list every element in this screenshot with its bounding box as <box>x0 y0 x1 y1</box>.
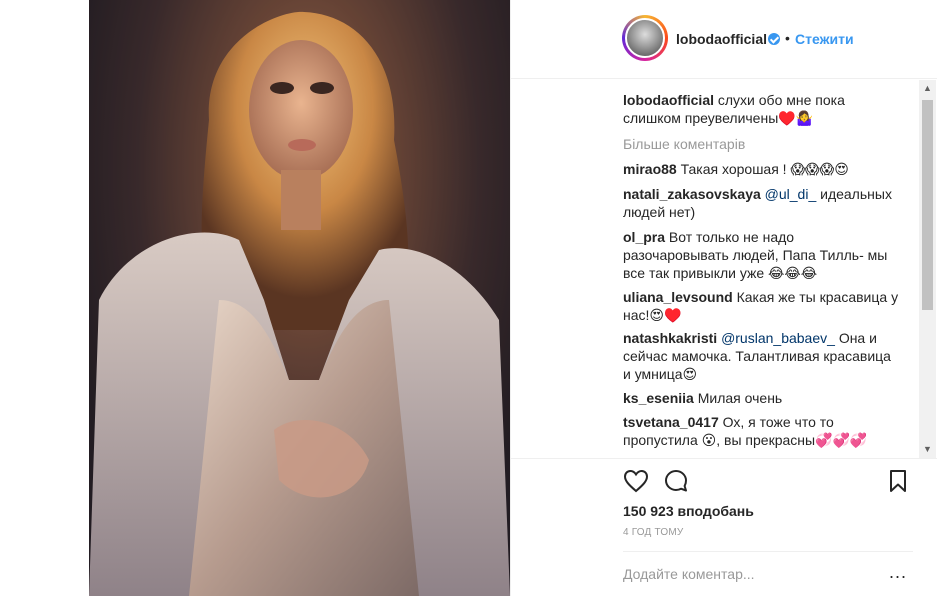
follow-button[interactable]: Стежити <box>795 31 854 47</box>
comment-username-link[interactable]: ks_eseniia <box>623 390 694 406</box>
comment-text: и умница😍 <box>623 366 698 382</box>
add-comment-input[interactable] <box>623 566 873 582</box>
comment-text: Ох, я тоже что то <box>722 414 834 430</box>
comment-bubble-icon[interactable] <box>664 469 689 496</box>
verified-badge-icon <box>768 33 780 45</box>
comment-item: tsvetana_0417 Ох, я тоже что то пропусти… <box>623 413 908 449</box>
comment-text: сейчас мамочка. Талантливая красавица <box>623 348 891 364</box>
comment-text: пропустила 😮, вы прекрасны💞💞💞 <box>623 432 868 448</box>
add-comment-row: ... <box>623 551 913 596</box>
comment-item: ol_pra Вот только не надо разочаровывать… <box>623 228 908 282</box>
comment-username-link[interactable]: ol_pra <box>623 229 665 245</box>
caption-username-link[interactable]: lobodaofficial <box>623 92 714 108</box>
avatar-story-ring[interactable] <box>622 15 668 61</box>
post-side-panel: lobodaofficial • Стежити lobodaofficial … <box>511 0 937 596</box>
comment-text: разочаровывать людей, Папа Тилль- мы <box>623 247 888 263</box>
comment-item: ks_eseniia Милая очень <box>623 389 908 407</box>
comment-text: идеальных <box>820 186 892 202</box>
comment-item: mirao88 Такая хорошая ! 😱😱😱😍 <box>623 160 908 178</box>
comment-text: все так привыкли уже 😂😂😂 <box>623 265 818 281</box>
comment-text: Такая хорошая ! 😱😱😱😍 <box>680 161 849 177</box>
comment-username-link[interactable]: natashkakristi <box>623 330 717 346</box>
comment-text: людей нет) <box>623 204 696 220</box>
comment-text: Она и <box>838 330 877 346</box>
post-header: lobodaofficial • Стежити <box>511 0 937 79</box>
comment-text: Вот только не надо <box>668 229 795 245</box>
caption-text-line1: слухи обо мне пока <box>717 92 845 108</box>
comment-username-link[interactable]: mirao88 <box>623 161 677 177</box>
page-background-left <box>0 0 89 596</box>
comment-mention-link[interactable]: @ruslan_babaev_ <box>721 330 835 346</box>
comment-username-link[interactable]: natali_zakasovskaya <box>623 186 761 202</box>
more-options-icon[interactable]: ... <box>889 562 907 583</box>
header-username-link[interactable]: lobodaofficial <box>676 31 767 47</box>
heart-icon[interactable] <box>623 469 649 496</box>
load-more-comments-button[interactable]: Більше коментарів <box>623 136 745 152</box>
comment-mention-link[interactable]: @ul_di_ <box>765 186 817 202</box>
likes-count[interactable]: 150 923 вподобань <box>623 503 754 519</box>
comment-text: нас!😍♥️ <box>623 307 682 323</box>
scroll-down-arrow-icon[interactable]: ▼ <box>919 441 936 458</box>
header-separator: • <box>785 30 790 46</box>
comments-scrollbar[interactable]: ▲ ▼ <box>919 80 936 458</box>
photo-illustration <box>89 0 510 596</box>
comment-username-link[interactable]: tsvetana_0417 <box>623 414 719 430</box>
bookmark-icon[interactable] <box>889 469 907 496</box>
scroll-up-arrow-icon[interactable]: ▲ <box>919 80 936 97</box>
caption-text-line2: слишком преувеличены♥️🤷‍♀️ <box>623 110 814 126</box>
avatar[interactable] <box>625 18 665 58</box>
comment-item: natali_zakasovskaya @ul_di_ идеальных лю… <box>623 185 908 221</box>
post-actions: 150 923 вподобань 4 ГОД ТОМУ ... <box>511 458 937 596</box>
comment-text: Милая очень <box>697 390 783 406</box>
comment-text: Какая же ты красавица у <box>736 289 899 305</box>
scrollbar-thumb[interactable] <box>922 100 933 310</box>
comment-item: natashkakristi @ruslan_babaev_ Она и сей… <box>623 329 908 383</box>
comment-item: uliana_levsound Какая же ты красавица у … <box>623 288 908 324</box>
post-photo[interactable] <box>89 0 510 596</box>
comment-username-link[interactable]: uliana_levsound <box>623 289 733 305</box>
caption: lobodaofficial слухи обо мне пока слишко… <box>623 91 908 127</box>
post-timestamp[interactable]: 4 ГОД ТОМУ <box>623 527 683 538</box>
comments-list: lobodaofficial слухи обо мне пока слишко… <box>511 80 937 458</box>
